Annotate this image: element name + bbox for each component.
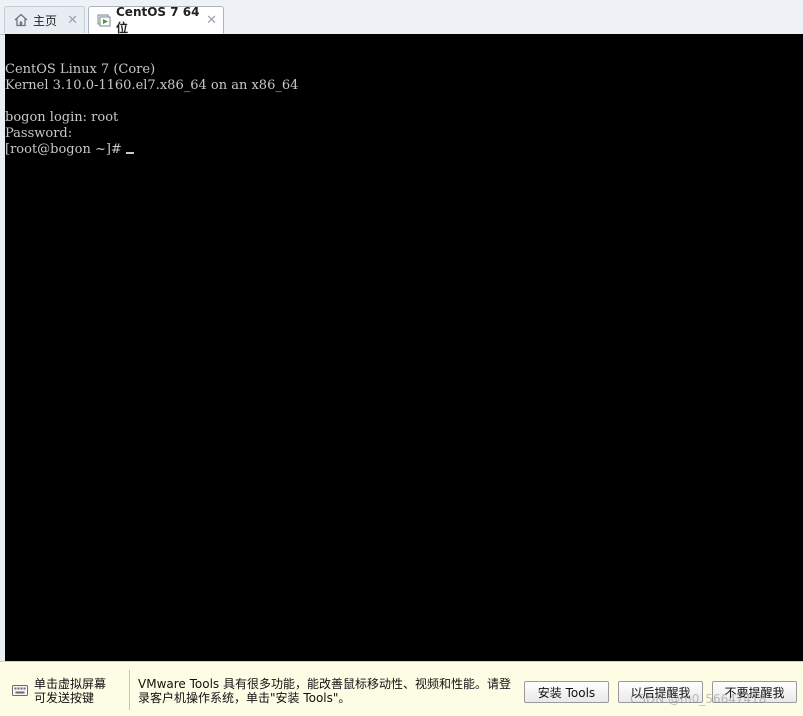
home-icon bbox=[14, 13, 28, 27]
text-cursor bbox=[125, 152, 134, 154]
tab-home[interactable]: 主页 ✕ bbox=[4, 6, 85, 33]
divider bbox=[129, 670, 130, 710]
console-line-os: CentOS Linux 7 (Core) bbox=[5, 62, 156, 77]
remind-later-button[interactable]: 以后提醒我 bbox=[618, 681, 703, 703]
tip-line-2: 可发送按键 bbox=[34, 691, 95, 705]
tools-message: VMware Tools 具有很多功能，能改善鼠标移动性、视频和性能。请登 录客… bbox=[138, 677, 518, 705]
console-line-prompt: [root@bogon ~]# bbox=[5, 142, 134, 158]
console-line-kernel: Kernel 3.10.0-1160.el7.x86_64 on an x86_… bbox=[5, 78, 299, 93]
dont-remind-button[interactable]: 不要提醒我 bbox=[712, 681, 797, 703]
console-line-login: bogon login: root bbox=[5, 110, 119, 125]
vmware-tools-infobar: 单击虚拟屏幕 可发送按键 VMware Tools 具有很多功能，能改善鼠标移动… bbox=[0, 661, 803, 716]
vm-console-screen[interactable]: CentOS Linux 7 (Core) Kernel 3.10.0-1160… bbox=[5, 34, 803, 661]
shell-prompt: [root@bogon ~]# bbox=[5, 142, 126, 157]
tab-centos-vm[interactable]: CentOS 7 64 位 ✕ bbox=[88, 4, 224, 35]
close-icon[interactable]: ✕ bbox=[206, 13, 217, 28]
close-icon[interactable]: ✕ bbox=[67, 13, 78, 28]
tab-home-label: 主页 bbox=[33, 13, 58, 28]
tab-vm-label: CentOS 7 64 位 bbox=[116, 4, 200, 35]
message-line-1: VMware Tools 具有很多功能，能改善鼠标移动性、视频和性能。请登 bbox=[138, 677, 511, 691]
vm-power-icon bbox=[97, 13, 111, 27]
keyboard-icon bbox=[12, 683, 28, 700]
click-screen-tip: 单击虚拟屏幕 可发送按键 bbox=[34, 677, 124, 705]
install-tools-button[interactable]: 安装 Tools bbox=[524, 681, 609, 703]
message-line-2: 录客户机操作系统，单击"安装 Tools"。 bbox=[138, 691, 351, 705]
console-line-password: Password: bbox=[5, 126, 73, 141]
tip-line-1: 单击虚拟屏幕 bbox=[34, 677, 107, 691]
tab-bar: 主页 ✕ CentOS 7 64 位 ✕ bbox=[0, 0, 803, 35]
